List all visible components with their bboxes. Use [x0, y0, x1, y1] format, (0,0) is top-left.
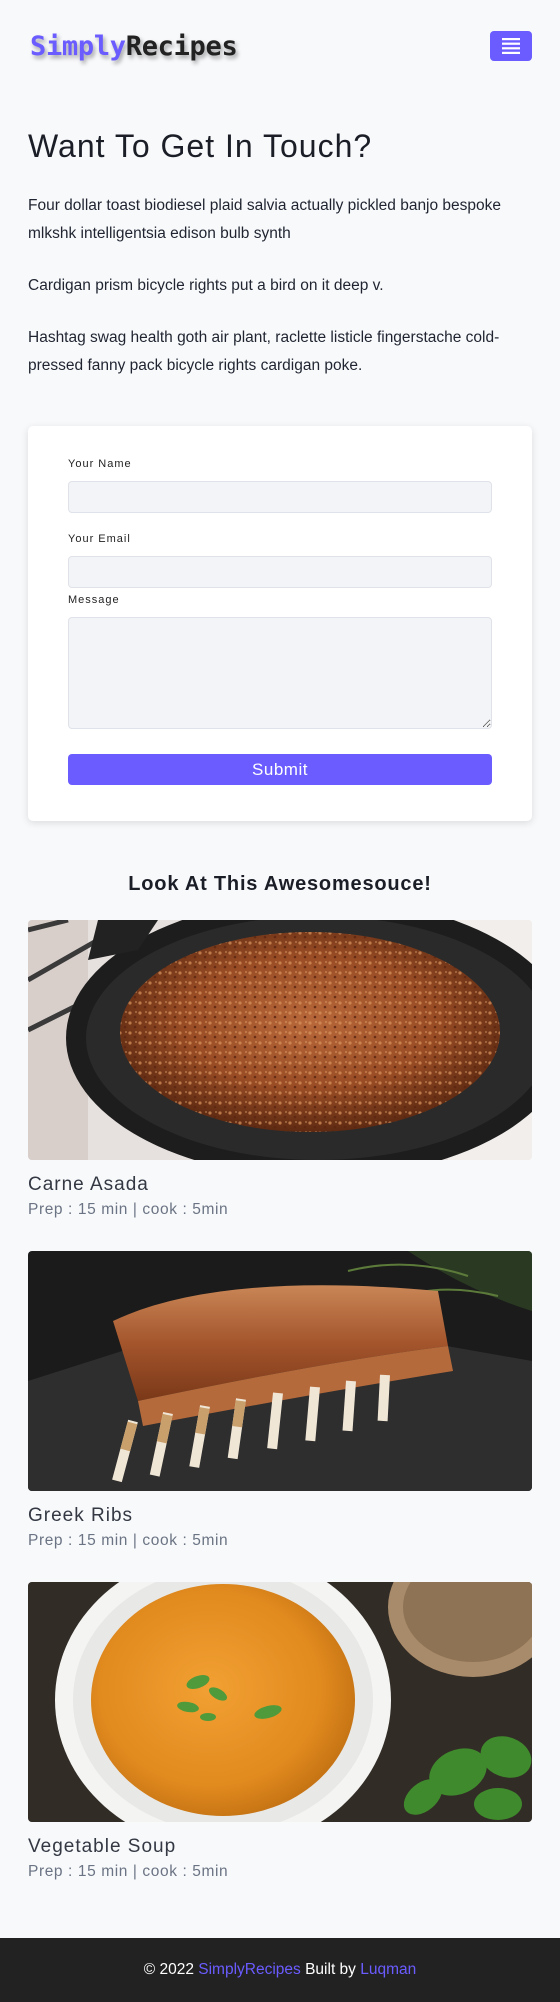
featured-title: Look At This Awesomesouce!	[128, 873, 432, 895]
recipe-card-carne-asada[interactable]: Carne Asada Prep : 15 min | cook : 5min	[28, 920, 532, 1219]
name-input[interactable]	[68, 481, 492, 513]
footer-author-link[interactable]: Luqman	[360, 1961, 416, 1979]
contact-form: Your Name Your Email Message Submit	[28, 426, 532, 821]
hamburger-icon	[502, 38, 520, 54]
intro-paragraph-2: Cardigan prism bicycle rights put a bird…	[28, 277, 384, 294]
contact-intro: Want To Get In Touch? Four dollar toast …	[0, 92, 560, 380]
greek-ribs-image	[28, 1251, 532, 1491]
recipe-name: Greek Ribs	[28, 1505, 134, 1526]
footer-brand-link[interactable]: SimplyRecipes	[198, 1961, 301, 1979]
recipe-card-greek-ribs[interactable]: Greek Ribs Prep : 15 min | cook : 5min	[28, 1251, 532, 1550]
recipe-name: Vegetable Soup	[28, 1836, 177, 1857]
message-label: Message	[68, 594, 120, 606]
page: SimplyRecipes Want To Get In Touch? Four…	[0, 0, 560, 2002]
menu-toggle-button[interactable]	[490, 31, 532, 61]
intro-paragraph-1: Four dollar toast biodiesel plaid salvia…	[28, 197, 502, 242]
carne-asada-image	[28, 920, 532, 1160]
submit-button[interactable]: Submit	[68, 754, 492, 785]
message-textarea[interactable]	[68, 617, 492, 729]
email-input[interactable]	[68, 556, 492, 588]
email-label: Your Email	[68, 533, 131, 545]
page-title: Want To Get In Touch?	[28, 128, 373, 164]
recipe-meta: Prep : 15 min | cook : 5min	[28, 1532, 229, 1549]
logo-first: Simply	[30, 30, 126, 62]
footer-copyright: © 2022	[143, 1961, 194, 1978]
recipe-name: Carne Asada	[28, 1174, 149, 1195]
navbar: SimplyRecipes	[0, 0, 560, 92]
footer: © 2022 SimplyRecipes Built by Luqman	[0, 1938, 560, 2002]
vegetable-soup-image	[28, 1582, 532, 1822]
logo-second: Recipes	[125, 30, 238, 62]
recipe-card-vegetable-soup[interactable]: Vegetable Soup Prep : 15 min | cook : 5m…	[28, 1582, 532, 1881]
footer-built-by: Built by	[305, 1961, 356, 1978]
recipe-meta: Prep : 15 min | cook : 5min	[28, 1863, 229, 1880]
intro-paragraph-3: Hashtag swag health goth air plant, racl…	[28, 329, 500, 374]
name-label: Your Name	[68, 458, 132, 470]
recipe-meta: Prep : 15 min | cook : 5min	[28, 1201, 229, 1218]
logo-link[interactable]: SimplyRecipes	[30, 30, 238, 62]
